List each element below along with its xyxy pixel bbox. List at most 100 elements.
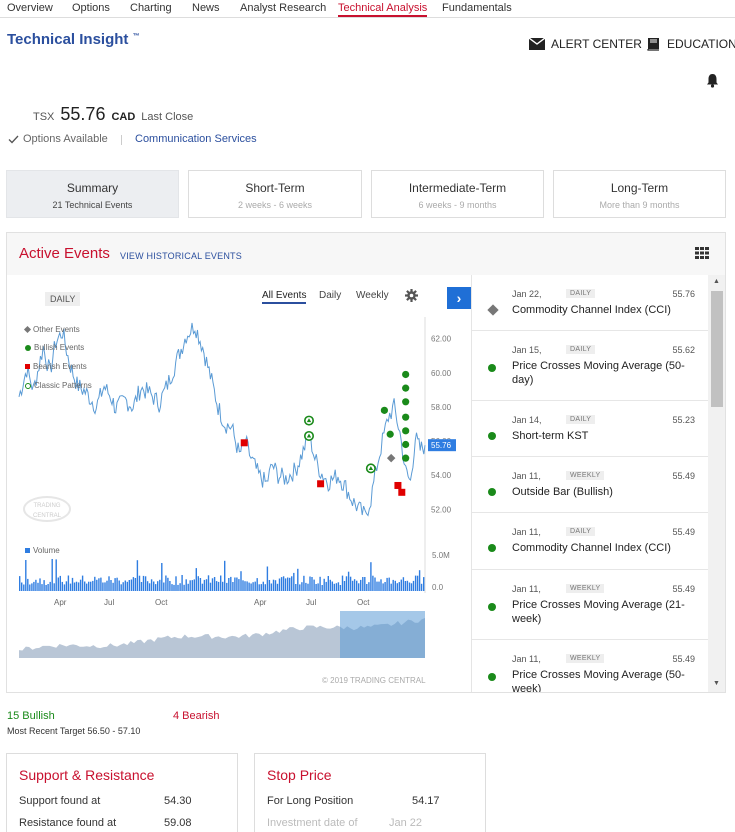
diamond-icon (23, 325, 32, 334)
volume-bar (203, 579, 206, 591)
volume-bar (280, 577, 283, 591)
tab-options[interactable]: Options (72, 2, 110, 14)
event-frequency: DAILY (566, 527, 596, 536)
panel-title: Active Events (19, 245, 110, 262)
investment-date-value: Jan 22 (389, 817, 423, 829)
events-list[interactable]: Jan 22, DAILY 55.76 Commodity Channel Index… (471, 275, 708, 692)
volume-bar (370, 562, 372, 591)
grid-icon[interactable] (695, 247, 709, 262)
volume-bar (400, 579, 402, 591)
gear-icon[interactable] (405, 289, 418, 305)
event-name: Price Crosses Moving Average (50-day) (512, 360, 685, 386)
volume-bar (329, 579, 331, 591)
event-date: Jan 15, (512, 345, 542, 355)
volume-bar (84, 581, 86, 591)
volume-bar (323, 578, 325, 591)
event-value: 55.49 (672, 471, 695, 481)
volume-bar (92, 580, 94, 591)
volume-bar (258, 584, 260, 591)
event-item[interactable]: Jan 11, WEEKLY 55.49 Price Crosses Moving A… (472, 570, 708, 640)
options-label: Options Available (23, 133, 108, 145)
alert-center-button[interactable]: ALERT CENTER (529, 37, 642, 51)
event-item[interactable]: Jan 14, DAILY 55.23 Short-term KST (472, 401, 708, 457)
volume-bar (232, 582, 234, 591)
bullish-marker (402, 370, 410, 379)
volume-bar (185, 579, 187, 591)
chevron-right-icon[interactable]: › (447, 287, 471, 309)
volume-bar (230, 576, 232, 591)
chart-tab-weekly[interactable]: Weekly (356, 290, 389, 301)
tab-overview[interactable]: Overview (7, 2, 53, 14)
volume-bar (293, 572, 295, 591)
events-scrollbar[interactable]: ▲ ▼ (708, 275, 725, 692)
bullish-marker (402, 440, 410, 449)
support-value: 54.30 (164, 795, 192, 807)
tab-analyst-research[interactable]: Analyst Research (240, 2, 326, 14)
event-date: Jan 11, (512, 584, 541, 594)
tab-news[interactable]: News (192, 2, 220, 14)
volume-bar (173, 584, 175, 591)
tab-technical-analysis[interactable]: Technical Analysis (338, 2, 428, 17)
resistance-value: 59.08 (164, 817, 192, 829)
volume-bar (153, 581, 155, 591)
volume-bar (23, 584, 25, 591)
volume-tick-label: 0.0 (432, 583, 444, 592)
volume-bar (114, 578, 116, 591)
volume-bar (136, 560, 139, 591)
scroll-up-icon[interactable]: ▲ (713, 278, 720, 285)
volume-bar (98, 578, 100, 591)
legend-label: Volume (33, 546, 60, 555)
chart-tab-daily[interactable]: Daily (319, 290, 341, 301)
term-summary[interactable]: Summary 21 Technical Events (6, 170, 179, 218)
volume-bar (21, 582, 23, 591)
volume-bar (161, 563, 163, 591)
bearish-marker (394, 481, 402, 489)
bell-icon[interactable] (706, 73, 719, 91)
brand-title: Technical Insight ™ (7, 31, 140, 48)
x-tick-label: Apr (54, 598, 67, 607)
last-price: 55.76 (60, 104, 106, 124)
event-item[interactable]: Jan 11, DAILY 55.49 Commodity Channel Index… (472, 513, 708, 570)
term-short[interactable]: Short-Term 2 weeks - 6 weeks (188, 170, 362, 218)
volume-bar (201, 583, 204, 591)
tab-fundamentals[interactable]: Fundamentals (442, 2, 512, 14)
volume-bar (199, 578, 202, 591)
event-item[interactable]: Jan 15, DAILY 55.62 Price Crosses Moving Av… (472, 331, 708, 401)
volume-bar (55, 559, 57, 591)
volume-bar (236, 577, 238, 591)
volume-bar (398, 582, 400, 591)
volume-bar (416, 575, 419, 591)
volume-bar (63, 584, 66, 591)
volume-bar (71, 577, 74, 591)
volume-bar (217, 581, 220, 591)
event-item[interactable]: Jan 22, DAILY 55.76 Commodity Channel Index… (472, 275, 708, 331)
view-historical-events-link[interactable]: VIEW HISTORICAL EVENTS (120, 251, 242, 261)
volume-bar (112, 582, 114, 591)
x-tick-label: Oct (357, 598, 370, 607)
term-long[interactable]: Long-Term More than 9 months (553, 170, 726, 218)
chart-tab-all-events[interactable]: All Events (262, 290, 307, 304)
y-tick-label: 52.00 (431, 505, 452, 514)
x-tick-label: Jul (104, 598, 114, 607)
event-date: Jan 22, (512, 289, 542, 299)
volume-bar (272, 579, 275, 591)
volume-bar (414, 575, 417, 591)
event-frequency: WEEKLY (566, 584, 605, 593)
volume-bar (100, 577, 102, 591)
education-button[interactable]: EDUCATION (646, 37, 735, 51)
green-dot-icon (488, 673, 496, 681)
volume-bar (122, 582, 124, 591)
tab-charting[interactable]: Charting (130, 2, 172, 14)
term-intermediate[interactable]: Intermediate-Term 6 weeks - 9 months (371, 170, 544, 218)
scroll-down-icon[interactable]: ▼ (713, 680, 720, 687)
volume-bar (65, 581, 68, 591)
sector-link[interactable]: Communication Services (135, 133, 257, 145)
scroll-thumb[interactable] (711, 291, 723, 407)
term-sub: 21 Technical Events (52, 200, 133, 210)
event-item[interactable]: Jan 11, WEEKLY 55.49 Outside Bar (Bullish) (472, 457, 708, 513)
price-chart[interactable]: 52.0054.0056.0058.0060.0062.0055.765.0M0… (7, 275, 471, 692)
volume-bar (319, 576, 321, 591)
volume-bar (260, 584, 262, 591)
volume-bar (159, 579, 161, 591)
event-item[interactable]: Jan 11, WEEKLY 55.49 Price Crosses Moving A… (472, 640, 708, 692)
